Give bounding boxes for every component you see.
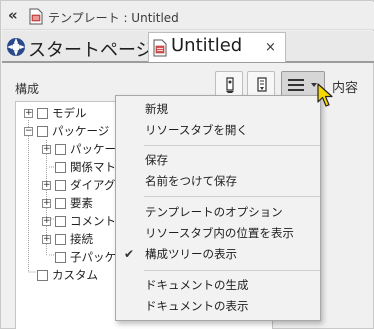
tree-checkbox[interactable]: [55, 144, 66, 155]
tree-checkbox[interactable]: [55, 162, 66, 173]
menu-item-label: 新規: [145, 102, 168, 116]
menu-item-save[interactable]: 保存: [117, 150, 319, 171]
menu-item-view-document[interactable]: ドキュメントの表示: [117, 296, 319, 317]
structure-label: 構成: [15, 82, 40, 96]
document-settings-icon: [257, 77, 267, 92]
window-title: テンプレート : Untitled: [48, 11, 179, 25]
checkmark-icon: ✔: [124, 247, 135, 261]
mouse-cursor-icon: [317, 83, 333, 107]
tree-checkbox[interactable]: [55, 216, 66, 227]
tab-untitled[interactable]: Untitled ×: [148, 32, 286, 62]
tree-checkbox[interactable]: [37, 108, 48, 119]
menu-item-show-in-resource-tab[interactable]: リソースタブ内の位置を表示: [117, 223, 319, 244]
template-window: « テンプレート : Untitled スタートページ Untitled × 構…: [0, 0, 374, 329]
close-icon[interactable]: ×: [265, 40, 276, 55]
menu-item-open-resource-tab[interactable]: リソースタブを開く: [117, 120, 319, 141]
menu-item-save-as[interactable]: 名前をつけて保存: [117, 171, 319, 192]
tree-item-label: 接続: [70, 232, 93, 246]
collapse-tree-icon[interactable]: −: [24, 127, 33, 136]
document-icon: [153, 39, 167, 57]
menu-item-label: 構成ツリーの表示: [145, 247, 237, 261]
tree-checkbox[interactable]: [55, 252, 66, 263]
start-page-icon: [7, 38, 25, 56]
expand-icon[interactable]: +: [42, 217, 51, 226]
menu-item-template-options[interactable]: テンプレートのオプション: [117, 202, 319, 223]
menu-separator: [144, 196, 320, 197]
tab-start-page[interactable]: スタートページ: [6, 33, 154, 61]
tree-item-label: パッケージ: [52, 124, 110, 138]
expand-icon[interactable]: +: [42, 181, 51, 190]
menu-item-label: テンプレートのオプション: [145, 205, 283, 219]
tree-checkbox[interactable]: [55, 234, 66, 245]
menu-item-label: ドキュメントの表示: [145, 299, 249, 313]
title-bar: « テンプレート : Untitled: [2, 2, 374, 30]
expand-icon[interactable]: +: [24, 109, 33, 118]
tree-checkbox[interactable]: [37, 270, 48, 281]
menu-item-generate-document[interactable]: ドキュメントの生成: [117, 275, 319, 296]
expand-icon[interactable]: +: [42, 235, 51, 244]
tree-item-label: カスタム: [52, 268, 98, 282]
document-icon: [29, 8, 43, 25]
menu-item-label: 保存: [145, 153, 168, 167]
expand-icon[interactable]: +: [42, 145, 51, 154]
menu-item-label: リソースタブを開く: [145, 123, 248, 137]
tree-item-label: 要素: [70, 196, 93, 210]
menu-item-new[interactable]: 新規: [117, 99, 319, 120]
context-menu: 新規 リソースタブを開く 保存 名前をつけて保存 テンプレートのオプション リソ…: [115, 95, 321, 321]
menu-separator: [144, 145, 320, 146]
tree-item-label: コメント: [70, 214, 116, 228]
menu-item-show-structure-tree[interactable]: ✔ 構成ツリーの表示: [117, 244, 319, 265]
edit-document-icon: [226, 77, 234, 93]
menu-item-label: 名前をつけて保存: [145, 174, 237, 188]
tab-start-page-label: スタートページ: [28, 40, 154, 61]
collapse-icon[interactable]: «: [8, 6, 18, 24]
menu-separator: [144, 270, 320, 271]
tree-checkbox[interactable]: [37, 126, 48, 137]
tree-checkbox[interactable]: [55, 198, 66, 209]
menu-item-label: ドキュメントの生成: [145, 278, 249, 292]
tab-untitled-label: Untitled: [171, 35, 243, 56]
tree-item-label: モデル: [52, 106, 87, 120]
expand-icon[interactable]: +: [42, 199, 51, 208]
tree-checkbox[interactable]: [55, 180, 66, 191]
document-settings-button[interactable]: [247, 71, 275, 97]
edit-document-button[interactable]: [215, 71, 243, 97]
menu-item-label: リソースタブ内の位置を表示: [145, 226, 294, 240]
tab-bar: スタートページ Untitled ×: [2, 31, 374, 63]
content-label: 内容: [332, 81, 359, 96]
